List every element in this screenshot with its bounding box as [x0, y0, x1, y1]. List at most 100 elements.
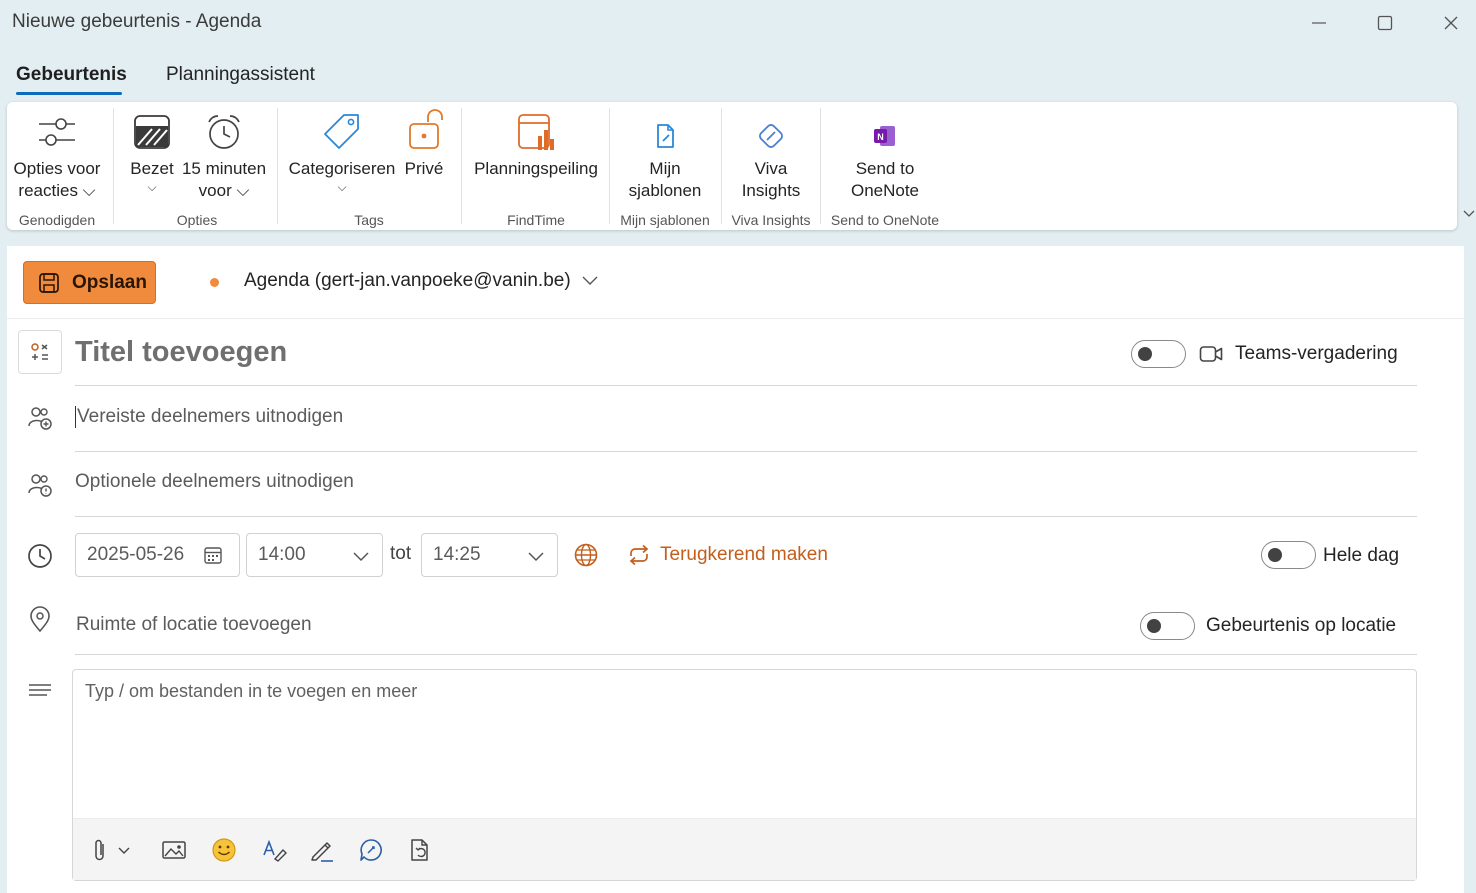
chevron-down-icon[interactable]: [581, 274, 599, 292]
group-label-send-to-onenote: Send to OneNote: [830, 212, 940, 228]
body-toolbar: [73, 818, 1416, 880]
group-label-tags: Tags: [354, 212, 384, 228]
location-input[interactable]: Ruimte of locatie toevoegen: [76, 614, 312, 636]
ribbon-separator: [277, 108, 278, 224]
optional-people-icon: [25, 470, 55, 500]
chevron-down-icon: [527, 547, 545, 569]
in-person-event-label: Gebeurtenis op locatie: [1206, 615, 1397, 636]
group-label-genodigden: Genodigden: [18, 212, 96, 228]
body-placeholder: Typ / om bestanden in te voegen en meer: [85, 681, 418, 701]
response-options-icon: [39, 118, 75, 146]
button-label: Opties voor: [13, 159, 101, 178]
private-button[interactable]: Privé: [397, 108, 451, 180]
button-label: Planningspeiling: [474, 159, 598, 178]
end-time-value: 14:25: [433, 544, 481, 565]
pen-icon[interactable]: [307, 835, 337, 865]
teams-meeting-label: Teams-vergadering: [1235, 343, 1398, 364]
divider: [75, 654, 1417, 655]
ribbon: Opties voor reacties ⌵ Genodigden Bezet …: [7, 102, 1457, 230]
location-pin-icon: [25, 604, 55, 634]
toggle-knob: [1138, 347, 1152, 361]
button-label: Mijn: [649, 159, 681, 178]
text-cursor: [75, 406, 76, 428]
image-icon[interactable]: [159, 835, 189, 865]
templates-icon: [657, 124, 674, 148]
active-tab-indicator: [16, 92, 122, 95]
in-person-event-toggle[interactable]: [1140, 612, 1195, 640]
tab-gebeurtenis[interactable]: Gebeurtenis: [16, 64, 127, 86]
ribbon-separator: [461, 108, 462, 224]
button-label: OneNote: [850, 181, 920, 200]
divider: [75, 385, 1417, 386]
button-label: reacties ⌵: [18, 181, 96, 200]
group-label-mijn-sjablonen: Mijn sjablonen: [620, 212, 710, 228]
title-input[interactable]: Titel toevoegen: [75, 336, 287, 369]
findtime-poll-icon: [518, 114, 554, 150]
chat-loop-icon[interactable]: [356, 835, 386, 865]
chevron-down-icon: [352, 547, 370, 569]
group-label-opties: Opties: [176, 212, 218, 228]
repeat-icon: [629, 544, 649, 566]
tab-planningassistent[interactable]: Planningassistent: [166, 64, 315, 86]
globe-icon[interactable]: [573, 542, 599, 573]
maximize-icon[interactable]: [1365, 8, 1405, 38]
divider: [75, 516, 1417, 517]
teams-meeting-toggle[interactable]: [1131, 340, 1186, 368]
event-body-editor[interactable]: Typ / om bestanden in te voegen en meer: [72, 669, 1417, 881]
ribbon-separator: [721, 108, 722, 224]
calendar-selector[interactable]: Agenda (gert-jan.vanpoeke@vanin.be): [244, 270, 571, 292]
date-value: 2025-05-26: [87, 544, 185, 565]
title-bar: Nieuwe gebeurtenis - Agenda: [0, 0, 1476, 50]
make-recurring-button[interactable]: Terugkerend maken: [627, 544, 828, 566]
calendar-icon[interactable]: [203, 545, 223, 571]
button-label: Categoriseren: [288, 159, 396, 178]
ribbon-separator: [820, 108, 821, 224]
required-attendees-placeholder: Vereiste deelnemers uitnodigen: [77, 406, 344, 428]
onenote-icon: N: [874, 126, 895, 146]
button-label: Viva: [754, 159, 788, 178]
minimize-icon[interactable]: [1299, 8, 1339, 38]
button-label: Bezet: [130, 159, 174, 178]
save-icon: [39, 272, 59, 293]
date-picker[interactable]: 2025-05-26: [75, 533, 240, 577]
start-time-select[interactable]: 14:00: [246, 533, 383, 577]
add-people-icon: [25, 403, 55, 433]
to-label: tot: [390, 543, 412, 564]
my-templates-button[interactable]: Mijn sjablonen: [615, 120, 715, 202]
ribbon-separator: [113, 108, 114, 224]
required-attendees-input[interactable]: Vereiste deelnemers uitnodigen: [75, 406, 343, 428]
ribbon-expand-chevron-icon[interactable]: [1462, 206, 1476, 222]
document-sync-icon[interactable]: [405, 835, 435, 865]
emoji-icon[interactable]: [209, 835, 239, 865]
all-day-toggle[interactable]: [1261, 541, 1316, 569]
viva-insights-button[interactable]: Viva Insights: [727, 120, 815, 202]
findtime-poll-button[interactable]: Planningspeiling: [469, 112, 603, 180]
text-lines-icon: [25, 676, 55, 706]
tag-icon: [324, 114, 359, 149]
format-text-icon[interactable]: [259, 835, 289, 865]
event-type-icon[interactable]: [18, 330, 62, 374]
clock-icon: [25, 541, 55, 571]
viva-insights-icon: [759, 124, 783, 148]
button-label: Privé: [404, 159, 444, 178]
save-button[interactable]: Opslaan: [23, 261, 156, 304]
reminder-button[interactable]: 15 minuten voor ⌵: [179, 112, 269, 202]
optional-attendees-input[interactable]: Optionele deelnemers uitnodigen: [75, 471, 354, 493]
response-options-button[interactable]: Opties voor reacties ⌵: [9, 112, 105, 202]
busy-status-button[interactable]: Bezet ⌵: [125, 112, 179, 194]
svg-text:N: N: [877, 132, 884, 142]
end-time-select[interactable]: 14:25: [421, 533, 558, 577]
event-form: Opslaan Agenda (gert-jan.vanpoeke@vanin.…: [7, 246, 1464, 893]
ribbon-separator: [609, 108, 610, 224]
paperclip-icon[interactable]: [91, 835, 135, 865]
categorize-button[interactable]: Categoriseren ⌵: [287, 112, 397, 194]
close-icon[interactable]: [1431, 8, 1471, 38]
video-camera-icon: [1199, 344, 1223, 369]
chevron-down-icon: ⌵: [147, 180, 157, 194]
send-to-onenote-button[interactable]: N Send to OneNote: [825, 120, 945, 202]
busy-status-icon: [134, 115, 170, 149]
button-label: voor ⌵: [198, 181, 250, 200]
recurring-label: Terugkerend maken: [660, 544, 828, 565]
window-title: Nieuwe gebeurtenis - Agenda: [12, 11, 262, 32]
button-label: 15 minuten: [181, 159, 267, 178]
